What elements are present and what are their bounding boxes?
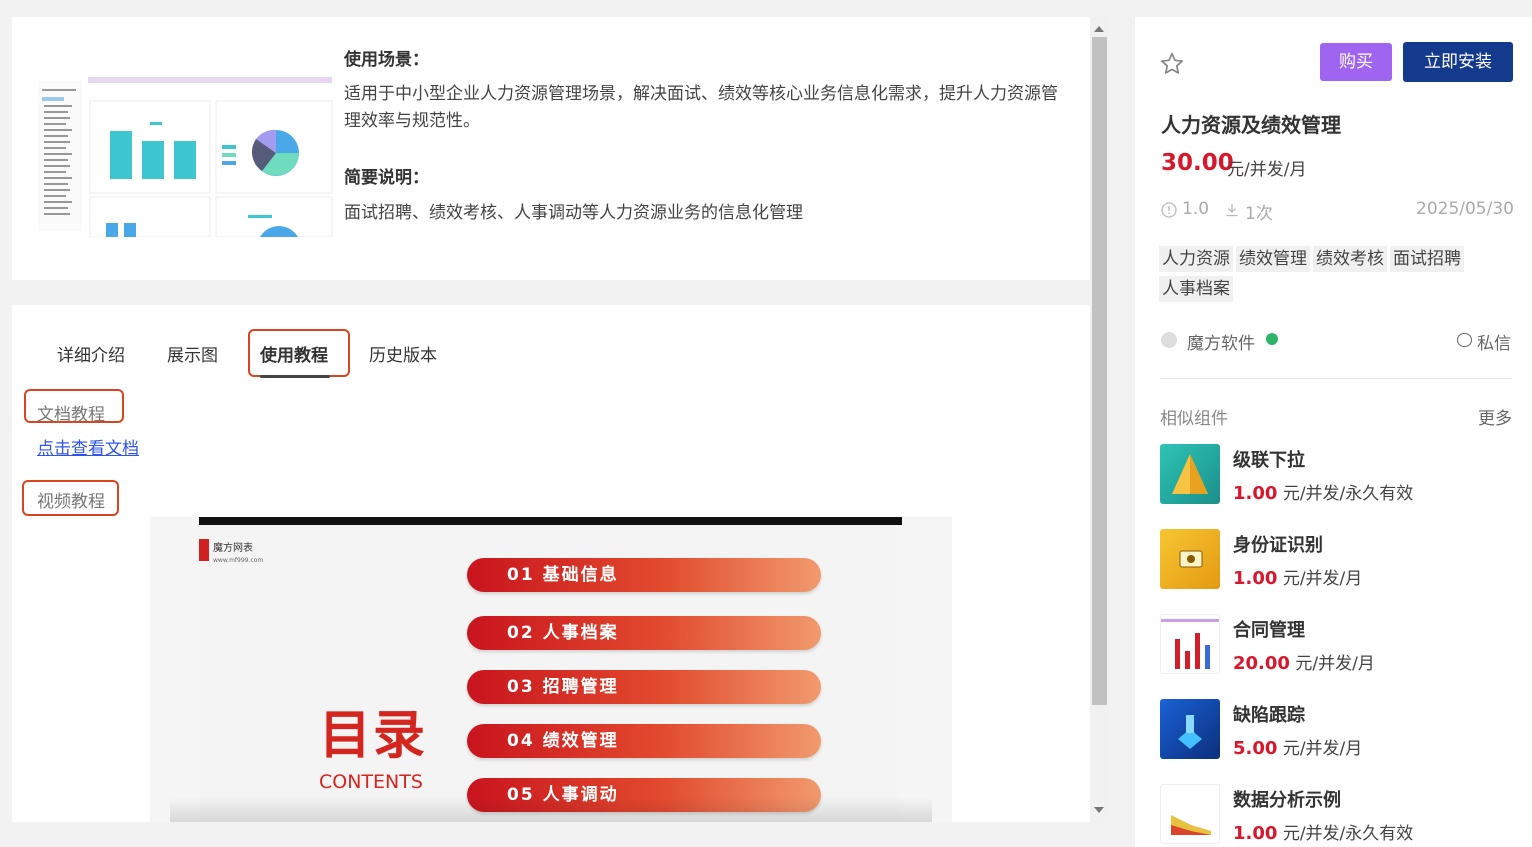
similar-item-name: 身份证识别	[1233, 535, 1323, 556]
info-icon	[1161, 202, 1177, 218]
similar-item-price-value: 5.00	[1233, 738, 1278, 759]
similar-item[interactable]: 合同管理 20.00 元/并发/月	[1160, 614, 1520, 674]
tag-item[interactable]: 人事档案	[1159, 276, 1233, 302]
similar-item-name: 缺陷跟踪	[1233, 705, 1305, 726]
tab-tutorial[interactable]: 使用教程	[260, 341, 328, 366]
similar-item-thumb	[1160, 614, 1220, 674]
video-brand-name: 魔方网表	[213, 543, 253, 554]
similar-item-price-unit: 元/并发/月	[1277, 569, 1363, 589]
divider	[1160, 378, 1512, 379]
video-slide: 魔方网表 www.mf999.com 目录 CONTENTS 01 基础信息 0…	[199, 525, 902, 822]
star-icon[interactable]	[1159, 51, 1185, 77]
similar-item-price-value: 1.00	[1233, 823, 1278, 844]
product-downloads: 1次	[1245, 204, 1273, 224]
tag-item[interactable]: 绩效考核	[1313, 246, 1387, 272]
product-side-panel: 购买 立即安装 人力资源及绩效管理 30.00 元/并发/月 1.0 1次 20…	[1135, 17, 1532, 847]
video-tutorial-label: 视频教程	[37, 492, 105, 512]
similar-item-price-unit: 元/并发/永久有效	[1277, 824, 1414, 844]
video-slide-title: 目录	[319, 706, 428, 766]
product-date: 2025/05/30	[1416, 199, 1514, 219]
similar-item-thumb	[1160, 444, 1220, 504]
product-price: 30.00	[1161, 150, 1234, 176]
slide-item-4: 04 绩效管理	[467, 724, 821, 758]
install-button[interactable]: 立即安装	[1403, 42, 1513, 82]
tab-details[interactable]: 详细介绍	[57, 341, 125, 366]
more-link[interactable]: 更多	[1478, 404, 1512, 429]
similar-item-price: 1.00 元/并发/月	[1233, 564, 1362, 589]
product-version: 1.0	[1182, 199, 1210, 219]
video-controls-shade	[170, 797, 932, 822]
similar-item-price-value: 1.00	[1233, 483, 1278, 504]
tag-item[interactable]: 绩效管理	[1236, 246, 1310, 272]
message-icon[interactable]	[1457, 333, 1472, 347]
tag-item[interactable]: 人力资源	[1159, 246, 1233, 272]
similar-title: 相似组件	[1160, 409, 1228, 429]
tab-history[interactable]: 历史版本	[369, 341, 437, 366]
overview-card: 使用场景： 适用于中小型企业人力资源管理场景，解决面试、绩效等核心业务信息化需求…	[12, 17, 1090, 280]
similar-item[interactable]: 身份证识别 1.00 元/并发/月	[1160, 529, 1520, 589]
brand-logo-icon	[199, 539, 209, 561]
similar-item-name: 数据分析示例	[1233, 790, 1341, 811]
video-top-bar	[199, 517, 902, 525]
vendor-name[interactable]: 魔方软件	[1187, 329, 1255, 354]
similar-item[interactable]: 缺陷跟踪 5.00 元/并发/月	[1160, 699, 1520, 759]
video-slide-subtitle: CONTENTS	[319, 771, 423, 793]
view-doc-link[interactable]: 点击查看文档	[37, 434, 139, 459]
similar-item-price: 1.00 元/并发/永久有效	[1233, 819, 1413, 844]
similar-item-price: 1.00 元/并发/永久有效	[1233, 479, 1413, 504]
product-tags: 人力资源 绩效管理 绩效考核 面试招聘人事档案	[1159, 246, 1499, 306]
scroll-up-arrow-icon[interactable]	[1094, 26, 1104, 32]
message-button[interactable]: 私信	[1477, 329, 1511, 354]
similar-item-thumb	[1160, 529, 1220, 589]
slide-item-3: 03 招聘管理	[467, 670, 821, 704]
similar-item-price-unit: 元/并发/月	[1277, 739, 1363, 759]
overview-screenshot[interactable]	[36, 75, 334, 237]
slide-item-2: 02 人事档案	[467, 616, 821, 650]
brief-text: 面试招聘、绩效考核、人事调动等人力资源业务的信息化管理	[344, 203, 803, 223]
video-brand: 魔方网表 www.mf999.com	[213, 539, 263, 565]
download-icon	[1226, 204, 1238, 217]
similar-item-price-unit: 元/并发/永久有效	[1277, 484, 1414, 504]
similar-item-name: 级联下拉	[1233, 450, 1305, 471]
similar-item-price-value: 1.00	[1233, 568, 1278, 589]
similar-item-thumb	[1160, 699, 1220, 759]
tab-active-indicator	[260, 375, 330, 378]
tab-gallery[interactable]: 展示图	[167, 341, 218, 366]
similar-item-price: 20.00 元/并发/月	[1233, 649, 1375, 674]
buy-button[interactable]: 购买	[1320, 43, 1392, 81]
scroll-down-arrow-icon[interactable]	[1094, 807, 1104, 813]
scrollbar-thumb[interactable]	[1092, 37, 1107, 705]
product-title: 人力资源及绩效管理	[1161, 113, 1341, 137]
similar-item-name: 合同管理	[1233, 620, 1305, 641]
product-price-unit: 元/并发/月	[1227, 160, 1307, 180]
scene-text: 适用于中小型企业人力资源管理场景，解决面试、绩效等核心业务信息化需求，提升人力资…	[344, 84, 1058, 131]
verified-icon	[1266, 333, 1278, 345]
tag-item[interactable]: 面试招聘	[1390, 246, 1464, 272]
doc-tutorial-label: 文档教程	[37, 405, 105, 425]
scene-title: 使用场景：	[344, 50, 429, 70]
vendor-avatar	[1161, 332, 1177, 348]
similar-item-price-unit: 元/并发/月	[1289, 654, 1375, 674]
video-brand-url: www.mf999.com	[213, 557, 264, 564]
similar-item[interactable]: 数据分析示例 1.00 元/并发/永久有效	[1160, 784, 1520, 844]
similar-item-price: 5.00 元/并发/月	[1233, 734, 1362, 759]
detail-card: 详细介绍 展示图 使用教程 历史版本 文档教程 点击查看文档 视频教程 魔方网表…	[12, 305, 1090, 822]
slide-item-1: 01 基础信息	[467, 558, 821, 592]
similar-item[interactable]: 级联下拉 1.00 元/并发/永久有效	[1160, 444, 1520, 504]
similar-item-thumb	[1160, 784, 1220, 844]
video-player[interactable]: 魔方网表 www.mf999.com 目录 CONTENTS 01 基础信息 0…	[150, 517, 952, 822]
brief-title: 简要说明：	[344, 168, 429, 188]
similar-item-price-value: 20.00	[1233, 653, 1290, 674]
